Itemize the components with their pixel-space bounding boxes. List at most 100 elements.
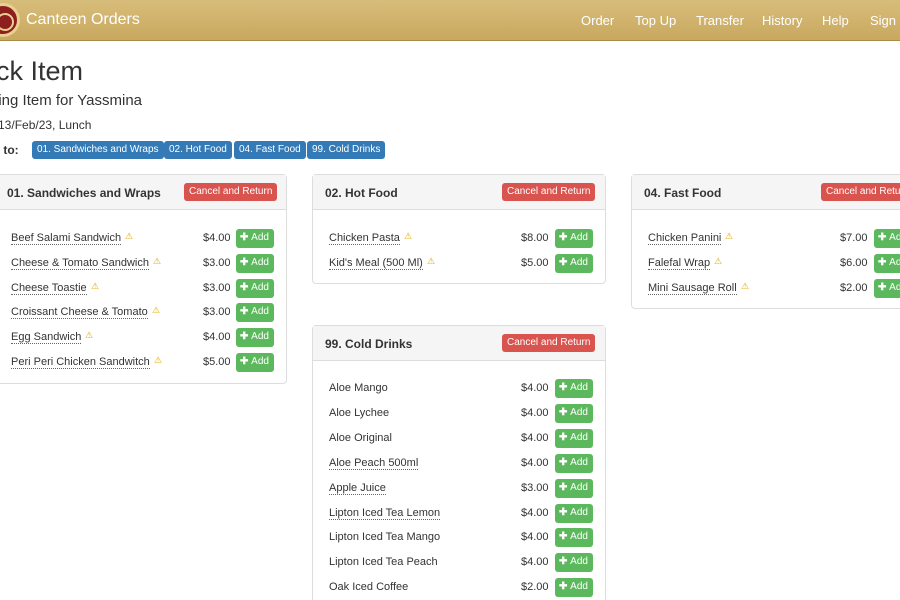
- menu-item-row: Beef Salami Sandwich ⚠ $4.00 ✚ Add: [0, 229, 286, 249]
- nav-top-up[interactable]: Top Up: [635, 13, 676, 28]
- add-item-button[interactable]: ✚ Add: [555, 229, 593, 248]
- menu-item-row: Aloe Lychee $4.00 ✚ Add: [313, 403, 605, 424]
- item-name[interactable]: Lipton Iced Tea Lemon: [329, 507, 441, 520]
- add-item-button[interactable]: ✚ Add: [236, 353, 274, 372]
- order-date: n 13/Feb/23, Lunch: [0, 118, 92, 132]
- add-item-button[interactable]: ✚ Add: [555, 253, 593, 273]
- warning-icon: ⚠: [85, 330, 94, 341]
- item-name[interactable]: Cheese & Tomato Sandwich: [11, 257, 149, 270]
- warning-icon: ⚠: [404, 231, 413, 241]
- item-name[interactable]: Peri Peri Chicken Sandwitch: [11, 356, 150, 369]
- item-name[interactable]: Cheese Toastie: [11, 282, 87, 295]
- item-name[interactable]: Falefal Wrap: [648, 257, 711, 270]
- menu-item-row: Lipton Iced Tea Lemon $4.00 ✚ Add: [313, 503, 605, 524]
- item-price: $2.00: [521, 581, 549, 594]
- warning-icon: ⚠: [725, 231, 734, 241]
- item-name[interactable]: Chicken Pasta: [329, 232, 400, 245]
- add-item-button[interactable]: ✚ Add: [874, 278, 900, 298]
- add-item-button[interactable]: ✚ Add: [555, 503, 593, 523]
- item-price: $4.00: [521, 431, 549, 444]
- add-item-button[interactable]: ✚ Add: [555, 578, 593, 598]
- item-name[interactable]: Mini Sausage Roll: [648, 282, 737, 295]
- add-item-button[interactable]: ✚ Add: [874, 253, 900, 273]
- item-name[interactable]: Aloe Mango: [329, 382, 388, 394]
- plus-icon: ✚: [240, 306, 252, 318]
- menu-item-row: Oak Iced Coffee $2.00 ✚ Add: [313, 578, 605, 598]
- item-name[interactable]: Chicken Panini: [648, 232, 722, 245]
- nav-sign-out[interactable]: Sign o: [870, 13, 900, 28]
- plus-icon: ✚: [240, 232, 252, 243]
- item-name[interactable]: Egg Sandwich: [11, 331, 82, 345]
- brand-name[interactable]: Canteen Orders: [26, 11, 140, 29]
- nav-history[interactable]: History: [762, 13, 802, 28]
- jump-sandwiches-button[interactable]: 01. Sandwiches and Wraps: [32, 141, 164, 159]
- item-name[interactable]: Beef Salami Sandwich: [11, 232, 122, 245]
- item-price: $5.00: [521, 256, 549, 269]
- menu-item-row: Croissant Cheese & Tomato ⚠ $3.00 ✚ Add: [0, 303, 286, 323]
- item-price: $3.00: [203, 281, 231, 294]
- plus-icon: ✚: [559, 382, 571, 393]
- panel-title: 04. Fast Food: [644, 186, 722, 200]
- plus-icon: ✚: [240, 356, 252, 367]
- add-item-button[interactable]: ✚ Add: [236, 328, 274, 348]
- item-price: $4.00: [521, 382, 549, 394]
- jump-label: mp to:: [0, 143, 19, 157]
- add-item-button[interactable]: ✚ Add: [555, 553, 593, 573]
- add-item-button[interactable]: ✚ Add: [236, 253, 274, 273]
- add-item-button[interactable]: ✚ Add: [555, 403, 593, 423]
- add-item-button[interactable]: ✚ Add: [555, 453, 593, 473]
- plus-icon: ✚: [878, 232, 890, 243]
- panel-title: 99. Cold Drinks: [325, 337, 413, 351]
- panel-hot-food: 02. Hot Food Cancel and Return Chicken P…: [312, 174, 606, 284]
- add-item-button[interactable]: ✚ Add: [555, 528, 593, 548]
- item-name[interactable]: Aloe Lychee: [329, 407, 389, 419]
- nav-order[interactable]: Order: [581, 13, 614, 28]
- add-label: Add: [570, 382, 588, 393]
- item-price: $4.00: [521, 406, 549, 419]
- page-subtitle: ding Item for Yassmina: [0, 92, 143, 109]
- add-item-button[interactable]: ✚ Add: [236, 303, 274, 323]
- add-item-button[interactable]: ✚ Add: [555, 428, 593, 448]
- jump-hot-food-button[interactable]: 02. Hot Food: [164, 141, 232, 159]
- add-item-button[interactable]: ✚ Add: [236, 229, 274, 248]
- item-price: $4.00: [521, 456, 549, 469]
- plus-icon: ✚: [559, 506, 571, 518]
- plus-icon: ✚: [559, 581, 571, 593]
- item-name[interactable]: Lipton Iced Tea Peach: [329, 556, 438, 568]
- cancel-and-return-button[interactable]: Cancel and Return: [184, 183, 278, 201]
- item-name[interactable]: Aloe Peach 500ml: [329, 457, 419, 470]
- item-name[interactable]: Apple Juice: [329, 482, 386, 495]
- item-name[interactable]: Oak Iced Coffee: [329, 581, 408, 593]
- jump-cold-drinks-button[interactable]: 99. Cold Drinks: [307, 141, 386, 159]
- menu-item-row: Aloe Mango $4.00 ✚ Add: [313, 379, 605, 399]
- menu-item-row: Aloe Original $4.00 ✚ Add: [313, 428, 605, 449]
- add-item-button[interactable]: ✚ Add: [555, 478, 593, 498]
- cancel-and-return-button[interactable]: Cancel and Return: [502, 334, 596, 352]
- nav-help[interactable]: Help: [822, 13, 849, 28]
- item-price: $4.00: [521, 531, 549, 544]
- item-name[interactable]: Aloe Original: [329, 432, 392, 444]
- panel-fast-food: 04. Fast Food Cancel and Return Chicken …: [631, 174, 900, 309]
- item-price: $3.00: [521, 481, 549, 494]
- add-item-button[interactable]: ✚ Add: [236, 278, 274, 298]
- warning-icon: ⚠: [91, 280, 100, 291]
- canteen-logo-icon[interactable]: [0, 3, 20, 37]
- cancel-and-return-button[interactable]: Cancel and Return: [502, 183, 596, 201]
- nav-transfer[interactable]: Transfer: [696, 13, 744, 28]
- plus-icon: ✚: [559, 431, 571, 443]
- jump-fast-food-button[interactable]: 04. Fast Food: [234, 141, 306, 159]
- navbar: Canteen Orders Order Top Up Transfer His…: [0, 0, 900, 41]
- item-name[interactable]: Croissant Cheese & Tomato: [11, 306, 148, 320]
- plus-icon: ✚: [559, 256, 571, 268]
- warning-icon: ⚠: [714, 255, 723, 266]
- warning-icon: ⚠: [154, 355, 163, 365]
- menu-item-row: Cheese Toastie ⚠ $3.00 ✚ Add: [0, 278, 286, 299]
- item-name[interactable]: Kid's Meal (500 Ml): [329, 257, 423, 270]
- panel-cold-drinks: 99. Cold Drinks Cancel and Return Aloe M…: [312, 325, 606, 600]
- item-price: $2.00: [840, 281, 868, 294]
- add-label: Add: [570, 256, 588, 268]
- item-name[interactable]: Lipton Iced Tea Mango: [329, 531, 440, 543]
- add-item-button[interactable]: ✚ Add: [555, 379, 593, 398]
- add-item-button[interactable]: ✚ Add: [874, 229, 900, 248]
- cancel-and-return-button[interactable]: Cancel and Return: [821, 183, 900, 201]
